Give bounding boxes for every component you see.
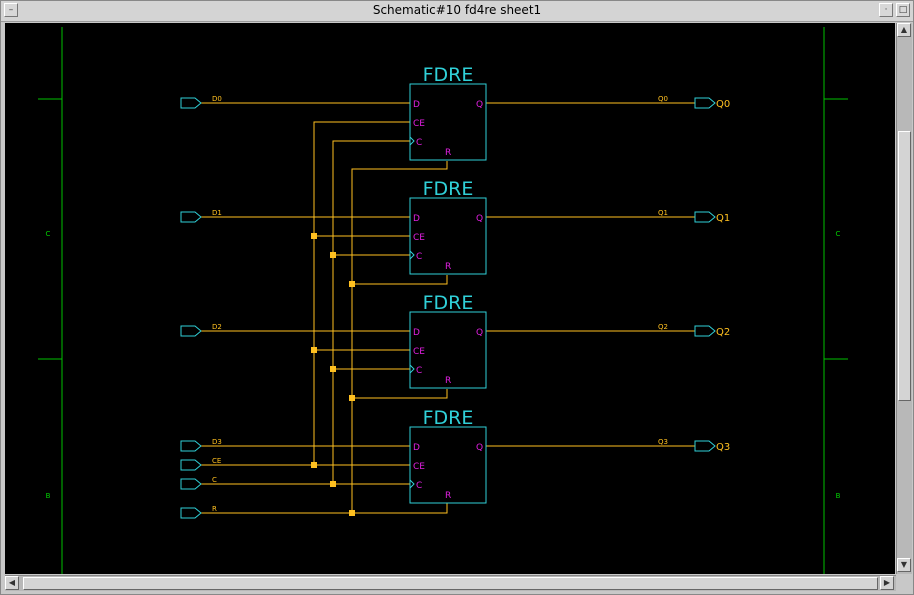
vertical-scroll-thumb[interactable] [898, 131, 911, 401]
wire-r-branch[interactable] [352, 389, 448, 399]
input-port-r[interactable] [180, 507, 202, 519]
scroll-left-arrow-icon[interactable]: ◀ [5, 576, 19, 590]
output-port-q2[interactable] [694, 325, 716, 337]
pin-c: C [416, 481, 422, 491]
schematic-canvas[interactable]: C B C B D0 D1 D2 D3 CE C R Q0 Q1 Q2 Q3 Q… [5, 23, 895, 574]
input-port-d2[interactable] [180, 325, 202, 337]
input-port-d1[interactable] [180, 211, 202, 223]
pin-ce: CE [413, 347, 425, 357]
net-label-q2: Q2 [658, 323, 668, 331]
port-label-q1: Q1 [716, 213, 730, 224]
junction-dot [330, 481, 336, 487]
port-label-q3: Q3 [716, 442, 730, 453]
pin-r: R [445, 148, 451, 158]
net-label-d3: D3 [212, 438, 222, 446]
junction-dot [311, 462, 317, 468]
junction-dot [330, 252, 336, 258]
net-label-c: C [212, 476, 217, 484]
net-label-q1: Q1 [658, 209, 668, 217]
fdre-title: FDRE [423, 64, 474, 86]
pin-ce: CE [413, 119, 425, 129]
clock-triangle-icon [409, 136, 415, 146]
net-label-q0: Q0 [658, 95, 668, 103]
input-port-d0[interactable] [180, 97, 202, 109]
scroll-down-arrow-icon[interactable]: ▼ [897, 558, 911, 572]
fdre-block-0[interactable]: FDRE D CE C Q R [409, 64, 487, 161]
pin-c: C [416, 366, 422, 376]
wire-r-branch[interactable] [352, 275, 448, 285]
pin-q: Q [476, 100, 483, 110]
pin-r: R [445, 491, 451, 501]
net-label-d1: D1 [212, 209, 222, 217]
pin-q: Q [476, 214, 483, 224]
scroll-right-arrow-icon[interactable]: ▶ [880, 576, 894, 590]
wire-c[interactable] [201, 140, 410, 485]
net-label-d0: D0 [212, 95, 222, 103]
clock-triangle-icon [409, 479, 415, 489]
window-title: Schematic#10 fd4re sheet1 [372, 3, 542, 17]
horizontal-scrollbar[interactable]: ◀ ▶ [5, 575, 896, 591]
pin-c: C [416, 138, 422, 148]
pin-q: Q [476, 443, 483, 453]
input-port-c[interactable] [180, 478, 202, 490]
maximize-button[interactable]: □ [896, 3, 910, 17]
port-label-q2: Q2 [716, 327, 730, 338]
fdre-block-3[interactable]: FDRE D CE C Q R [409, 407, 487, 504]
net-label-ce: CE [212, 457, 221, 465]
clock-triangle-icon [409, 250, 415, 260]
scroll-up-arrow-icon[interactable]: ▲ [897, 23, 911, 37]
pin-c: C [416, 252, 422, 262]
output-port-q1[interactable] [694, 211, 716, 223]
pin-d: D [413, 328, 420, 338]
pin-ce: CE [413, 462, 425, 472]
wire-r-branch[interactable] [352, 503, 448, 514]
schematic-drawing: C B C B D0 D1 D2 D3 CE C R Q0 Q1 Q2 Q3 Q… [38, 27, 848, 574]
pin-r: R [445, 376, 451, 386]
scrollbar-corner [896, 575, 912, 591]
net-label-q3: Q3 [658, 438, 668, 446]
junction-dot [330, 366, 336, 372]
output-port-q0[interactable] [694, 97, 716, 109]
junction-dot [349, 281, 355, 287]
wire-ce[interactable] [201, 121, 410, 466]
junction-dot [311, 233, 317, 239]
fdre-block-2[interactable]: FDRE D CE C Q R [409, 292, 487, 389]
pin-q: Q [476, 328, 483, 338]
fdre-block-1[interactable]: FDRE D CE C Q R [409, 178, 487, 275]
net-label-d2: D2 [212, 323, 222, 331]
pin-r: R [445, 262, 451, 272]
title-bar[interactable]: – Schematic#10 fd4re sheet1 · □ [1, 1, 913, 22]
zone-label: C [836, 230, 841, 238]
input-port-d3[interactable] [180, 440, 202, 452]
zone-label: C [46, 230, 51, 238]
junction-dot [349, 395, 355, 401]
zone-label: B [46, 492, 51, 500]
pin-d: D [413, 100, 420, 110]
zone-label: B [836, 492, 841, 500]
fdre-title: FDRE [423, 407, 474, 429]
vertical-scrollbar[interactable]: ▲ ▼ [896, 23, 912, 574]
output-port-q3[interactable] [694, 440, 716, 452]
junction-dot [349, 510, 355, 516]
pin-ce: CE [413, 233, 425, 243]
port-label-q0: Q0 [716, 99, 730, 110]
minimize-button[interactable]: · [879, 3, 893, 17]
fdre-title: FDRE [423, 292, 474, 314]
schematic-window: – Schematic#10 fd4re sheet1 · □ C B C B [0, 0, 914, 595]
horizontal-scroll-thumb[interactable] [23, 577, 878, 590]
pin-d: D [413, 214, 420, 224]
input-port-ce[interactable] [180, 459, 202, 471]
pin-d: D [413, 443, 420, 453]
clock-triangle-icon [409, 364, 415, 374]
fdre-title: FDRE [423, 178, 474, 200]
net-label-r: R [212, 505, 217, 513]
junction-dot [311, 347, 317, 353]
